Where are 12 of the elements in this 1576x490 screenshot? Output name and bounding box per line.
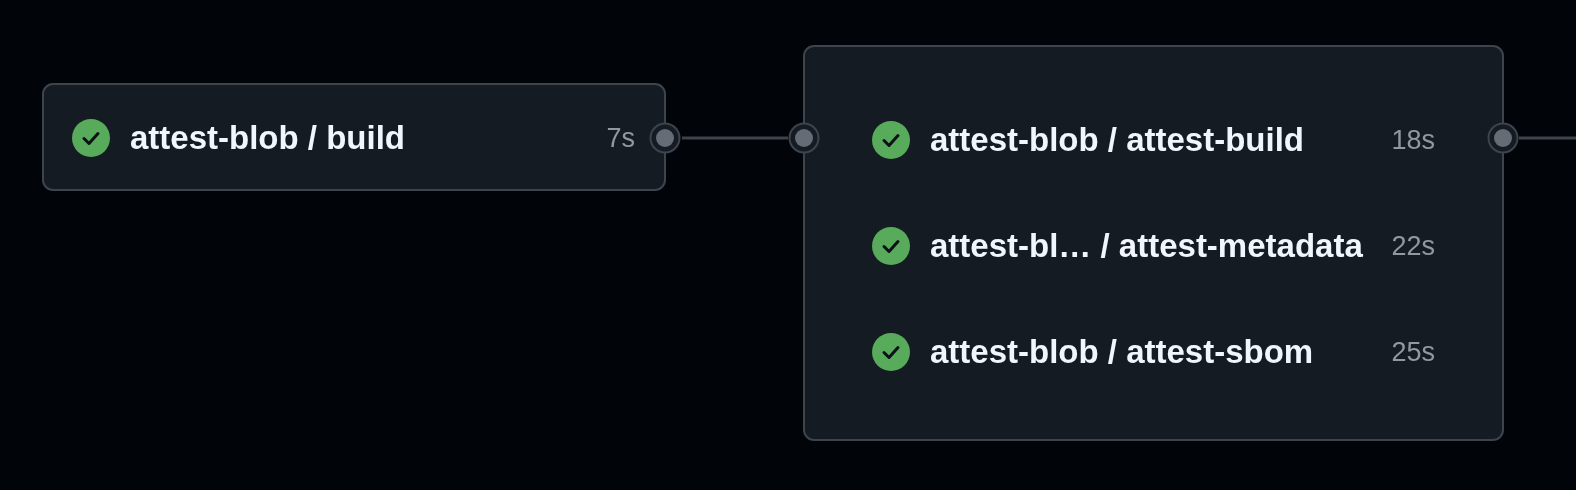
success-check-icon <box>872 121 910 159</box>
success-check-icon <box>872 227 910 265</box>
job-name[interactable]: attest-blob / attest-build <box>930 121 1392 159</box>
job-duration: 18s <box>1391 124 1435 156</box>
job-name[interactable]: attest-bl… / attest-metadata <box>930 227 1392 265</box>
job-name[interactable]: attest-blob / build <box>130 119 607 157</box>
job-name[interactable]: attest-blob / attest-sbom <box>930 333 1392 371</box>
job-duration: 7s <box>606 122 635 154</box>
job-duration: 25s <box>1391 336 1435 368</box>
success-check-icon <box>72 119 110 157</box>
success-check-icon <box>872 333 910 371</box>
job-duration: 22s <box>1391 230 1435 262</box>
